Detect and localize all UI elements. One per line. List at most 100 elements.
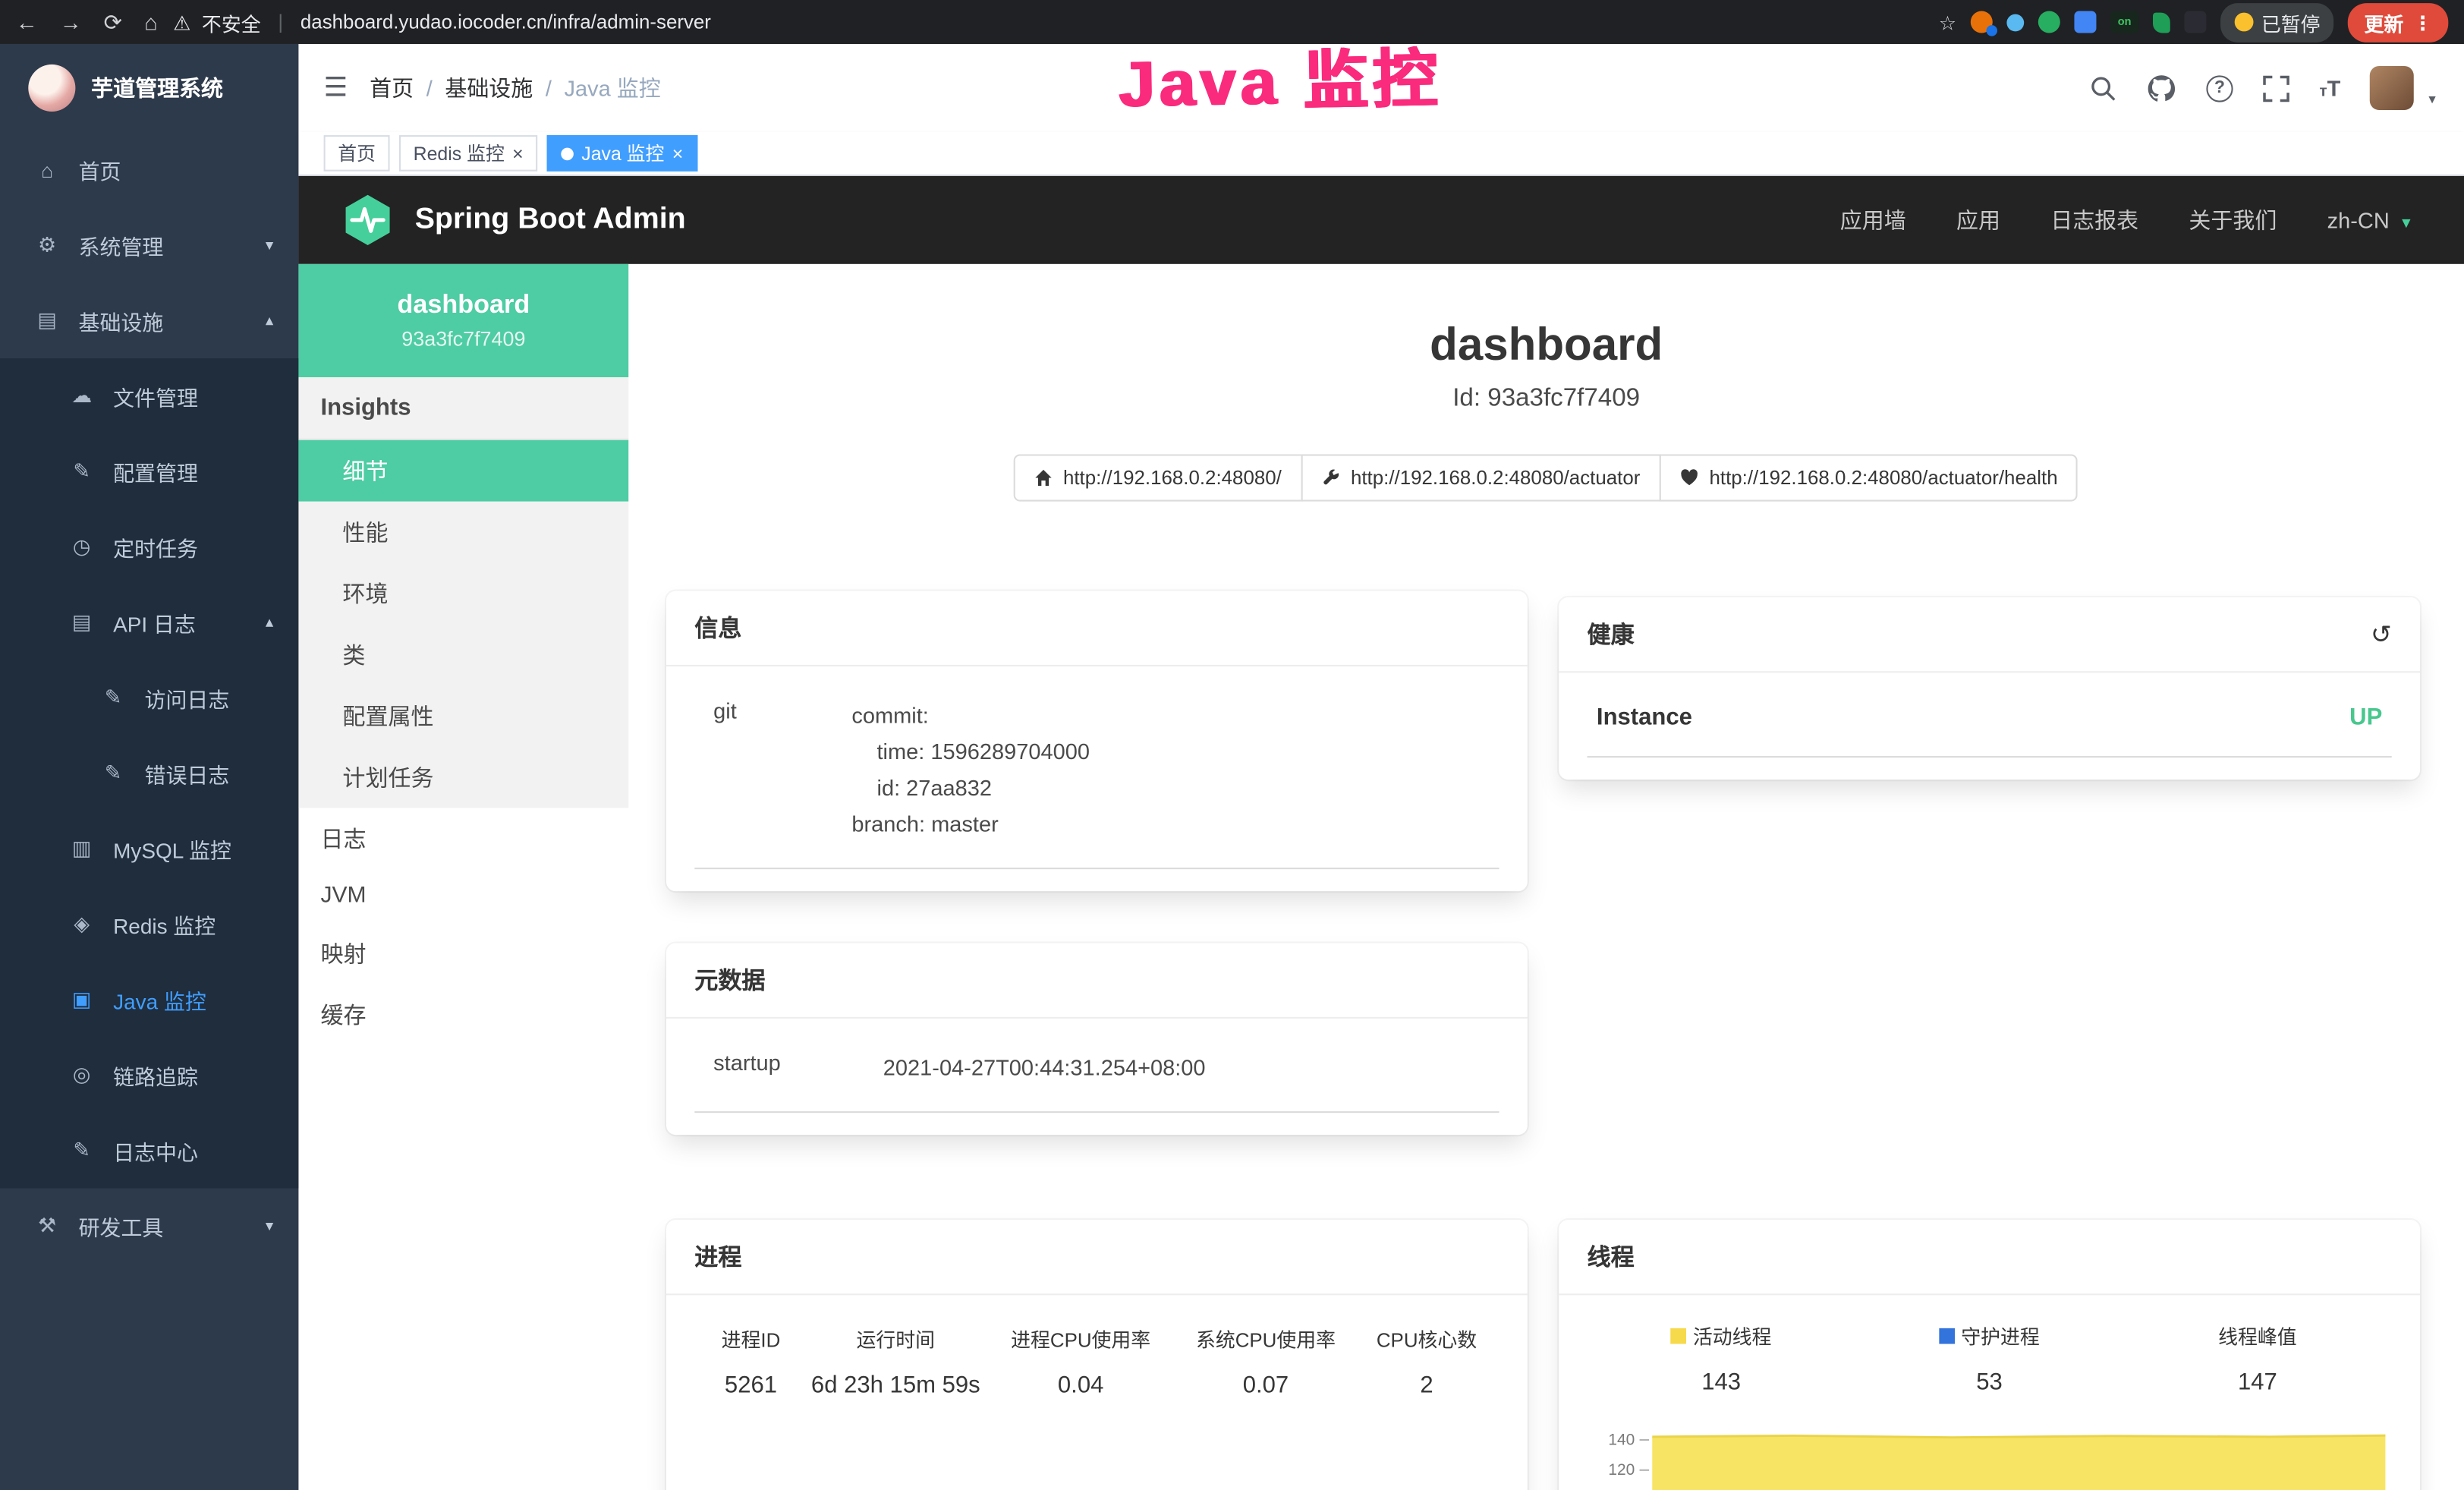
sidebar-item-trace[interactable]: ◎ 链路追踪 <box>0 1038 298 1113</box>
app-logo[interactable]: 芋道管理系统 <box>0 44 298 132</box>
sba-item-logs[interactable]: 日志 <box>298 808 628 869</box>
sidebar-item-system[interactable]: ⚙ 系统管理 ▾ <box>0 207 298 282</box>
chevron-down-icon: ▾ <box>266 237 273 254</box>
doc-icon: ✎ <box>101 685 126 710</box>
extension-icon-2[interactable] <box>2006 14 2024 31</box>
sba-item-mappings[interactable]: 映射 <box>298 923 628 984</box>
sba-item-jvm[interactable]: JVM <box>298 869 628 922</box>
sba-item-configprops[interactable]: 配置属性 <box>298 685 628 747</box>
sba-item-caches[interactable]: 缓存 <box>298 984 628 1045</box>
link-base-url[interactable]: http://192.168.0.2:48080/ <box>1013 454 1302 501</box>
legend-peak-threads: 线程峰值 147 <box>2123 1320 2391 1395</box>
emoji-face-icon <box>2235 13 2254 32</box>
sidebar-item-label: 链路追踪 <box>113 1060 198 1091</box>
sidebar-item-label: 研发工具 <box>79 1211 164 1242</box>
sidebar-item-label: Redis 监控 <box>113 909 216 940</box>
sidebar-item-home[interactable]: ⌂ 首页 <box>0 132 298 207</box>
breadcrumb-infra[interactable]: 基础设施 <box>445 72 533 103</box>
sidebar-item-dev-tools[interactable]: ⚒ 研发工具 ▾ <box>0 1189 298 1264</box>
extensions-puzzle-icon[interactable] <box>2184 11 2206 33</box>
url-text[interactable]: dashboard.yudao.iocoder.cn/infra/admin-s… <box>301 11 711 33</box>
history-icon[interactable]: ↺ <box>2371 619 2392 650</box>
extension-on-badge[interactable]: on <box>2110 11 2138 33</box>
sidebar-item-infra[interactable]: ▤ 基础设施 ▴ <box>0 283 298 358</box>
infra-submenu: ☁ 文件管理 ✎ 配置管理 ◷ 定时任务 ▤ API 日志 ▴ ✎ 访问日志 ✎ <box>0 358 298 1188</box>
link-actuator-url[interactable]: http://192.168.0.2:48080/actuator <box>1301 454 1661 501</box>
extension-icon-5[interactable] <box>2153 12 2170 33</box>
sidebar-item-label: 错误日志 <box>145 758 230 789</box>
breadcrumb-home[interactable]: 首页 <box>370 72 414 103</box>
sidebar-item-api-log[interactable]: ▤ API 日志 ▴ <box>0 584 298 660</box>
sidebar-item-label: API 日志 <box>113 606 196 638</box>
close-icon[interactable]: × <box>672 143 684 162</box>
fullscreen-icon[interactable] <box>2263 74 2289 101</box>
sidebar-item-config[interactable]: ✎ 配置管理 <box>0 434 298 509</box>
tab-label: Redis 监控 <box>414 140 505 166</box>
sidebar-item-label: 首页 <box>79 154 121 185</box>
link-health-url[interactable]: http://192.168.0.2:48080/actuator/health <box>1659 454 2078 501</box>
security-label[interactable]: 不安全 <box>202 7 261 36</box>
sba-item-classes[interactable]: 类 <box>298 624 628 685</box>
sba-locale-select[interactable]: zh-CN ▾ <box>2327 207 2411 232</box>
sba-item-performance[interactable]: 性能 <box>298 502 628 563</box>
search-icon[interactable] <box>2090 74 2116 101</box>
avatar-caret-icon[interactable]: ▾ <box>2428 90 2435 108</box>
sba-navbar: Spring Boot Admin 应用墙 应用 日志报表 关于我们 zh-CN… <box>298 176 2464 264</box>
user-avatar[interactable] <box>2371 66 2415 110</box>
sba-nav-applications[interactable]: 应用 <box>1956 204 2000 235</box>
sidebar-item-job[interactable]: ◷ 定时任务 <box>0 509 298 584</box>
close-icon[interactable]: × <box>512 143 524 162</box>
extension-icon-1[interactable] <box>1971 11 1993 33</box>
card-title: 元数据 <box>694 963 765 996</box>
browser-menu-icon[interactable]: ⋮ <box>2413 10 2433 33</box>
sba-item-details[interactable]: 细节 <box>298 440 628 502</box>
tab-redis[interactable]: Redis 监控 × <box>399 135 537 172</box>
github-icon[interactable] <box>2147 73 2176 102</box>
active-threads-area <box>1652 1435 2385 1490</box>
extension-icon-3[interactable] <box>2038 11 2060 33</box>
sidebar-item-log-center[interactable]: ✎ 日志中心 <box>0 1113 298 1188</box>
git-branch: branch: master <box>851 806 1090 843</box>
chevron-up-icon: ▴ <box>266 312 273 329</box>
sidebar-item-error-log[interactable]: ✎ 错误日志 <box>0 736 298 811</box>
sidebar-item-label: 文件管理 <box>113 380 198 411</box>
tab-java[interactable]: Java 监控 × <box>547 135 697 172</box>
sba-nav-wall[interactable]: 应用墙 <box>1840 204 1906 235</box>
sidebar-item-java[interactable]: ▣ Java 监控 <box>0 962 298 1037</box>
sidebar-item-mysql[interactable]: ▥ MySQL 监控 <box>0 811 298 887</box>
update-button[interactable]: 更新 ⋮ <box>2349 2 2449 42</box>
home-icon[interactable]: ⌂ <box>144 9 158 34</box>
column-header: 系统CPU使用率 <box>1177 1324 1354 1353</box>
redis-icon: ◈ <box>69 912 94 937</box>
reload-icon[interactable]: ⟳ <box>104 8 122 35</box>
y-tick: 140 <box>1608 1431 1635 1448</box>
hamburger-icon[interactable]: ☰ <box>298 72 370 103</box>
cell-value: 0.04 <box>984 1372 1177 1399</box>
sidebar-item-label: 基础设施 <box>79 305 164 336</box>
sba-item-scheduled[interactable]: 计划任务 <box>298 747 628 808</box>
address-bar[interactable]: ⚠ 不安全 | dashboard.yudao.iocoder.cn/infra… <box>173 7 711 36</box>
sba-nav-journal[interactable]: 日志报表 <box>2050 204 2138 235</box>
sba-brand[interactable]: Spring Boot Admin <box>298 192 685 249</box>
sba-item-environment[interactable]: 环境 <box>298 562 628 624</box>
help-icon[interactable]: ? <box>2206 74 2233 101</box>
sba-nav-about[interactable]: 关于我们 <box>2189 204 2277 235</box>
sba-brand-label: Spring Boot Admin <box>415 203 686 238</box>
instance-links: http://192.168.0.2:48080/ http://192.168… <box>628 454 2464 501</box>
back-icon[interactable]: ← <box>16 9 38 34</box>
instance-header[interactable]: dashboard 93a3fc7f7409 <box>298 264 628 377</box>
forward-icon[interactable]: → <box>60 9 82 34</box>
tab-home[interactable]: 首页 <box>324 135 390 172</box>
bookmark-star-icon[interactable]: ☆ <box>1939 10 1956 33</box>
health-row-instance[interactable]: Instance UP <box>1588 691 2392 758</box>
sidebar-item-file[interactable]: ☁ 文件管理 <box>0 358 298 433</box>
paused-badge[interactable]: 已暂停 <box>2220 2 2334 42</box>
axis-ticks <box>1640 1440 1650 1490</box>
link-label: http://192.168.0.2:48080/actuator <box>1351 467 1640 489</box>
process-col-pid: 进程ID 5261 <box>694 1324 807 1399</box>
column-header: 进程ID <box>694 1324 807 1353</box>
sidebar-item-access-log[interactable]: ✎ 访问日志 <box>0 660 298 736</box>
sidebar-item-redis[interactable]: ◈ Redis 监控 <box>0 887 298 962</box>
extension-icon-4[interactable] <box>2074 11 2096 33</box>
font-size-icon[interactable]: тT <box>2320 75 2341 100</box>
